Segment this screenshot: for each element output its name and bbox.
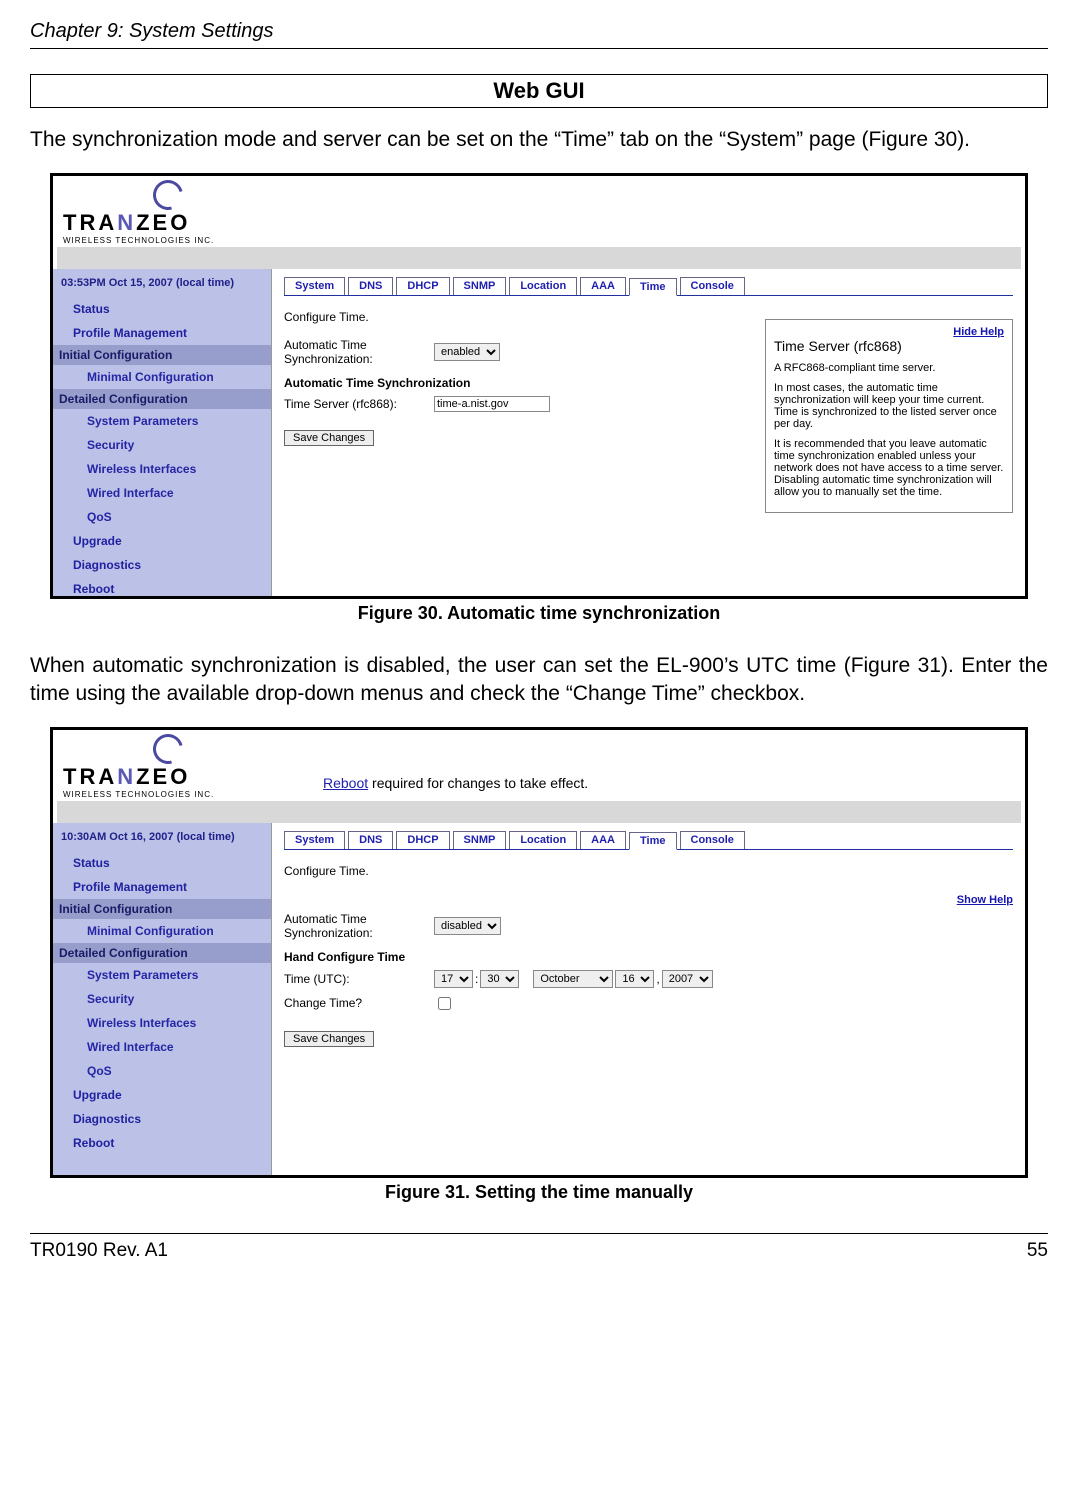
config-title: Configure Time. — [284, 864, 1013, 878]
chapter-header: Chapter 9: System Settings — [30, 20, 1048, 49]
nav-wired[interactable]: Wired Interface — [53, 481, 271, 505]
page-footer: TR0190 Rev. A1 55 — [30, 1233, 1048, 1262]
nav-wired[interactable]: Wired Interface — [53, 1035, 271, 1059]
tab-location[interactable]: Location — [509, 831, 577, 849]
section-title: Web GUI — [30, 74, 1048, 108]
logo: TRANZEO WIRELESS TECHNOLOGIES INC. — [63, 180, 263, 245]
save-button[interactable]: Save Changes — [284, 1031, 374, 1047]
figure-30-caption: Figure 30. Automatic time synchronizatio… — [30, 603, 1048, 624]
local-time: 10:30AM Oct 16, 2007 (local time) — [53, 827, 271, 851]
sidebar: 03:53PM Oct 15, 2007 (local time) Status… — [53, 269, 272, 596]
minute-select[interactable]: 30 — [480, 970, 519, 988]
show-help-link[interactable]: Show Help — [957, 894, 1013, 906]
nav-minimal-config[interactable]: Minimal Configuration — [53, 919, 271, 943]
day-select[interactable]: 16 — [615, 970, 654, 988]
nav-diagnostics[interactable]: Diagnostics — [53, 553, 271, 577]
save-button[interactable]: Save Changes — [284, 430, 374, 446]
footer-left: TR0190 Rev. A1 — [30, 1240, 168, 1262]
tab-aaa[interactable]: AAA — [580, 277, 626, 295]
tab-dhcp[interactable]: DHCP — [396, 831, 449, 849]
nav-hdr-detailed: Detailed Configuration — [53, 389, 271, 409]
tab-snmp[interactable]: SNMP — [453, 831, 507, 849]
tab-time[interactable]: Time — [629, 832, 676, 850]
tab-system[interactable]: System — [284, 277, 345, 295]
footer-page-number: 55 — [1027, 1240, 1048, 1262]
auto-sync-select[interactable]: disabled — [434, 917, 501, 935]
auto-sync-label: Automatic Time Synchronization: — [284, 912, 434, 940]
figure-31-caption: Figure 31. Setting the time manually — [30, 1182, 1048, 1203]
nav-status[interactable]: Status — [53, 851, 271, 875]
figure-31: TRANZEO WIRELESS TECHNOLOGIES INC. Reboo… — [50, 727, 1028, 1178]
auto-sync-label: Automatic Time Synchronization: — [284, 338, 434, 366]
tab-aaa[interactable]: AAA — [580, 831, 626, 849]
auto-sync-select[interactable]: enabled — [434, 343, 500, 361]
logo: TRANZEO WIRELESS TECHNOLOGIES INC. — [63, 734, 263, 799]
nav-hdr-initial: Initial Configuration — [53, 899, 271, 919]
nav-system-params[interactable]: System Parameters — [53, 409, 271, 433]
tab-dns[interactable]: DNS — [348, 277, 393, 295]
tab-bar: System DNS DHCP SNMP Location AAA Time C… — [284, 831, 1013, 850]
help-text-1: A RFC868-compliant time server. — [774, 362, 1004, 374]
nav-profile-management[interactable]: Profile Management — [53, 875, 271, 899]
nav-qos[interactable]: QoS — [53, 1059, 271, 1083]
nav-reboot[interactable]: Reboot — [53, 1131, 271, 1155]
nav-diagnostics[interactable]: Diagnostics — [53, 1107, 271, 1131]
time-utc-label: Time (UTC): — [284, 972, 434, 986]
month-select[interactable]: October — [533, 970, 613, 988]
help-text-3: It is recommended that you leave automat… — [774, 438, 1004, 498]
nav-reboot[interactable]: Reboot — [53, 577, 271, 596]
hide-help-link[interactable]: Hide Help — [953, 326, 1004, 338]
time-server-label: Time Server (rfc868): — [284, 397, 434, 411]
sidebar: 10:30AM Oct 16, 2007 (local time) Status… — [53, 823, 272, 1175]
tab-dns[interactable]: DNS — [348, 831, 393, 849]
nav-upgrade[interactable]: Upgrade — [53, 1083, 271, 1107]
nav-security[interactable]: Security — [53, 987, 271, 1011]
tab-location[interactable]: Location — [509, 277, 577, 295]
paragraph-2: When automatic synchronization is disabl… — [30, 652, 1048, 707]
nav-wireless[interactable]: Wireless Interfaces — [53, 1011, 271, 1035]
change-time-label: Change Time? — [284, 996, 434, 1010]
help-text-2: In most cases, the automatic time synchr… — [774, 382, 1004, 430]
local-time: 03:53PM Oct 15, 2007 (local time) — [53, 273, 271, 297]
help-panel: Hide Help Time Server (rfc868) A RFC868-… — [765, 319, 1013, 513]
figure-30: TRANZEO WIRELESS TECHNOLOGIES INC. 03:53… — [50, 173, 1028, 599]
reboot-message: Reboot required for changes to take effe… — [323, 775, 588, 799]
hand-config-header: Hand Configure Time — [284, 950, 1013, 964]
nav-security[interactable]: Security — [53, 433, 271, 457]
year-select[interactable]: 2007 — [662, 970, 713, 988]
time-server-input[interactable] — [434, 396, 550, 412]
tab-bar: System DNS DHCP SNMP Location AAA Time C… — [284, 277, 1013, 296]
reboot-link[interactable]: Reboot — [323, 775, 368, 791]
tab-system[interactable]: System — [284, 831, 345, 849]
nav-hdr-detailed: Detailed Configuration — [53, 943, 271, 963]
nav-upgrade[interactable]: Upgrade — [53, 529, 271, 553]
tab-console[interactable]: Console — [680, 277, 745, 295]
help-title: Time Server (rfc868) — [774, 338, 1004, 354]
tab-time[interactable]: Time — [629, 278, 676, 296]
tab-dhcp[interactable]: DHCP — [396, 277, 449, 295]
tab-console[interactable]: Console — [680, 831, 745, 849]
hour-select[interactable]: 17 — [434, 970, 473, 988]
tab-snmp[interactable]: SNMP — [453, 277, 507, 295]
nav-qos[interactable]: QoS — [53, 505, 271, 529]
nav-hdr-initial: Initial Configuration — [53, 345, 271, 365]
nav-system-params[interactable]: System Parameters — [53, 963, 271, 987]
nav-wireless[interactable]: Wireless Interfaces — [53, 457, 271, 481]
nav-minimal-config[interactable]: Minimal Configuration — [53, 365, 271, 389]
nav-status[interactable]: Status — [53, 297, 271, 321]
paragraph-1: The synchronization mode and server can … — [30, 126, 1048, 153]
nav-profile-management[interactable]: Profile Management — [53, 321, 271, 345]
change-time-checkbox[interactable] — [438, 997, 451, 1010]
